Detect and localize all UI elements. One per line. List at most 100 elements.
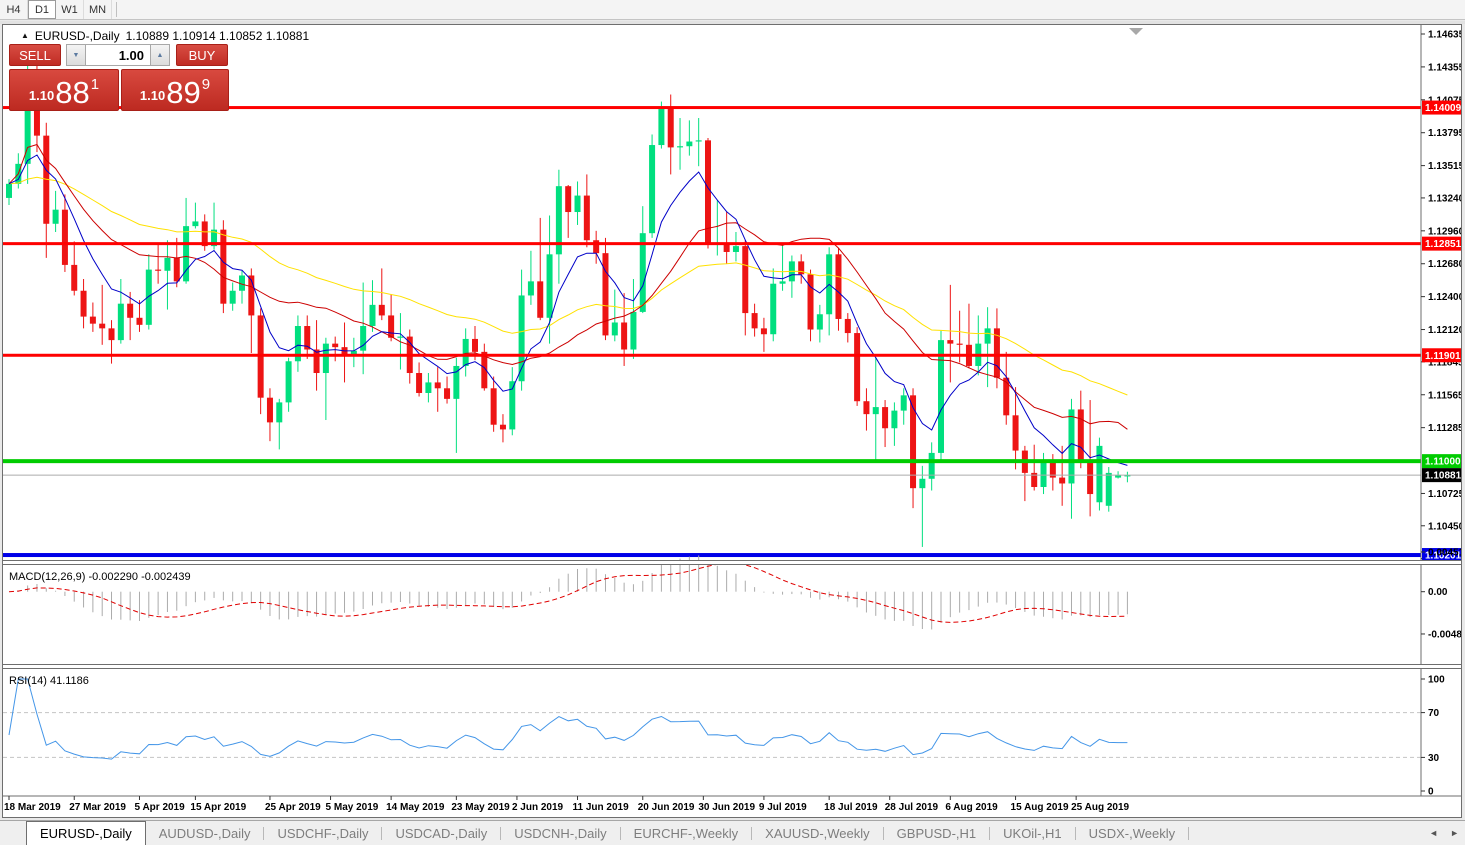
candle-body-up (1106, 473, 1112, 506)
tab-xauusd-weekly[interactable]: XAUUSD-,Weekly (752, 821, 883, 845)
candle-body-down (332, 344, 338, 348)
chart-symbol-label: EURUSD-,Daily (35, 29, 120, 43)
timeframe-w1[interactable]: W1 (56, 0, 84, 19)
candle-body-up (397, 337, 403, 338)
candle-body-up (612, 322, 618, 335)
one-click-expand-icon[interactable]: ▲ (21, 32, 29, 40)
candle-body-down (808, 274, 814, 329)
candle-body-up (323, 344, 329, 373)
candle-body-up (1096, 446, 1102, 502)
candle-body-up (686, 142, 692, 147)
tab-ukoil-h1[interactable]: UKOil-,H1 (990, 821, 1075, 845)
candle-body-up (164, 258, 170, 271)
tab-usdcnh-daily[interactable]: USDCNH-,Daily (501, 821, 619, 845)
candle-body-up (919, 479, 925, 488)
candle-body-down (1059, 478, 1065, 484)
level-badge-text: 1.12851 (1425, 239, 1461, 250)
candle-body-down (99, 324, 105, 329)
candle-body-down (1087, 460, 1093, 494)
candle-body-up (276, 402, 282, 422)
rsi-label: RSI(14) 41.1186 (9, 675, 89, 687)
candle-body-down (752, 313, 758, 328)
tab-usdcad-daily[interactable]: USDCAD-,Daily (382, 821, 500, 845)
candle-body-down (220, 230, 226, 304)
timeframe-h4[interactable]: H4 (0, 0, 28, 19)
pane-splitter-rsi[interactable] (3, 664, 1461, 669)
support-resistance-line[interactable] (3, 242, 1421, 245)
candle-body-up (230, 291, 236, 304)
support-resistance-line[interactable] (3, 354, 1421, 357)
date-label: 2 Jun 2019 (512, 802, 564, 813)
candle-body-down (947, 340, 953, 344)
candle-body-up (192, 221, 198, 226)
candle-body-down (500, 425, 506, 430)
buy-price-prefix: 1.10 (140, 88, 165, 103)
candle-body-up (463, 339, 469, 366)
candle-body-down (863, 401, 869, 414)
date-label: 25 Apr 2019 (265, 802, 321, 813)
sell-price-pip: 1 (91, 76, 99, 93)
axis-label: 1.13795 (1428, 128, 1461, 139)
candle-body-down (835, 254, 841, 319)
buy-price-box[interactable]: 1.10 89 9 (121, 69, 229, 111)
date-label: 14 May 2019 (386, 802, 445, 813)
buy-button[interactable]: BUY (176, 44, 228, 66)
buy-price-pip: 9 (202, 76, 210, 93)
tab-usdx-weekly[interactable]: USDX-,Weekly (1076, 821, 1188, 845)
date-label: 5 May 2019 (326, 802, 379, 813)
tab-eurchf-weekly[interactable]: EURCHF-,Weekly (621, 821, 752, 845)
candle-body-up (547, 254, 553, 317)
candle-body-up (733, 246, 739, 252)
candle-body-down (62, 210, 68, 265)
date-label: 6 Aug 2019 (945, 802, 998, 813)
timeframe-d1[interactable]: D1 (28, 0, 56, 19)
candle-body-down (109, 328, 115, 340)
volume-input[interactable] (86, 44, 150, 66)
date-label: 15 Aug 2019 (1011, 802, 1069, 813)
axis-label: 1.13515 (1428, 161, 1461, 172)
sell-price-prefix: 1.10 (29, 88, 54, 103)
date-label: 9 Jul 2019 (759, 802, 807, 813)
candle-body-up (938, 340, 944, 453)
candle-body-up (891, 411, 897, 429)
date-label: 18 Jul 2019 (824, 802, 878, 813)
tab-scroll-right-icon[interactable]: ► (1450, 828, 1459, 838)
tab-usdchf-daily[interactable]: USDCHF-,Daily (264, 821, 381, 845)
date-label: 23 May 2019 (451, 802, 510, 813)
sell-button[interactable]: SELL (9, 44, 61, 66)
axis-label: 1.11285 (1428, 423, 1461, 434)
pane-splitter-macd[interactable] (3, 560, 1461, 565)
tab-audusd-daily[interactable]: AUDUSD-,Daily (146, 821, 264, 845)
timeframe-mn[interactable]: MN (84, 0, 112, 19)
support-resistance-line[interactable] (3, 553, 1421, 557)
tab-eurusd-daily[interactable]: EURUSD-,Daily (26, 821, 146, 845)
date-label: 27 Mar 2019 (69, 802, 126, 813)
candle-body-down (174, 258, 180, 282)
date-label: 5 Apr 2019 (134, 802, 185, 813)
axis-label: 1.12680 (1428, 259, 1461, 270)
tab-spacer (0, 821, 26, 845)
candle-body-up (575, 196, 581, 212)
volume-decrease-button[interactable]: ▼ (66, 44, 86, 66)
support-resistance-line[interactable] (3, 459, 1421, 463)
candle-body-down (491, 388, 497, 424)
candle-body-up (528, 281, 534, 295)
candle-body-up (630, 312, 636, 350)
candle-body-down (742, 246, 748, 313)
candle-body-up (677, 146, 683, 147)
candle-body-down (1078, 409, 1084, 460)
chart-canvas[interactable]: 1.146351.143551.140751.137951.135151.132… (3, 25, 1461, 817)
date-label: 11 Jun 2019 (573, 802, 630, 813)
tab-gbpusd-h1[interactable]: GBPUSD-,H1 (884, 821, 989, 845)
candle-body-up (6, 184, 12, 198)
candle-body-up (873, 407, 879, 414)
volume-increase-button[interactable]: ▲ (150, 44, 170, 66)
tab-scroll-left-icon[interactable]: ◄ (1429, 828, 1438, 838)
candle-body-down (621, 322, 627, 349)
candle-body-down (314, 350, 320, 374)
chart-ohlc-label: 1.10889 1.10914 1.10852 1.10881 (126, 29, 310, 43)
sell-price-box[interactable]: 1.10 88 1 (9, 69, 119, 111)
candle-body-up (425, 382, 431, 393)
axis-label: 1.10450 (1428, 521, 1461, 532)
candle-body-down (71, 265, 77, 291)
